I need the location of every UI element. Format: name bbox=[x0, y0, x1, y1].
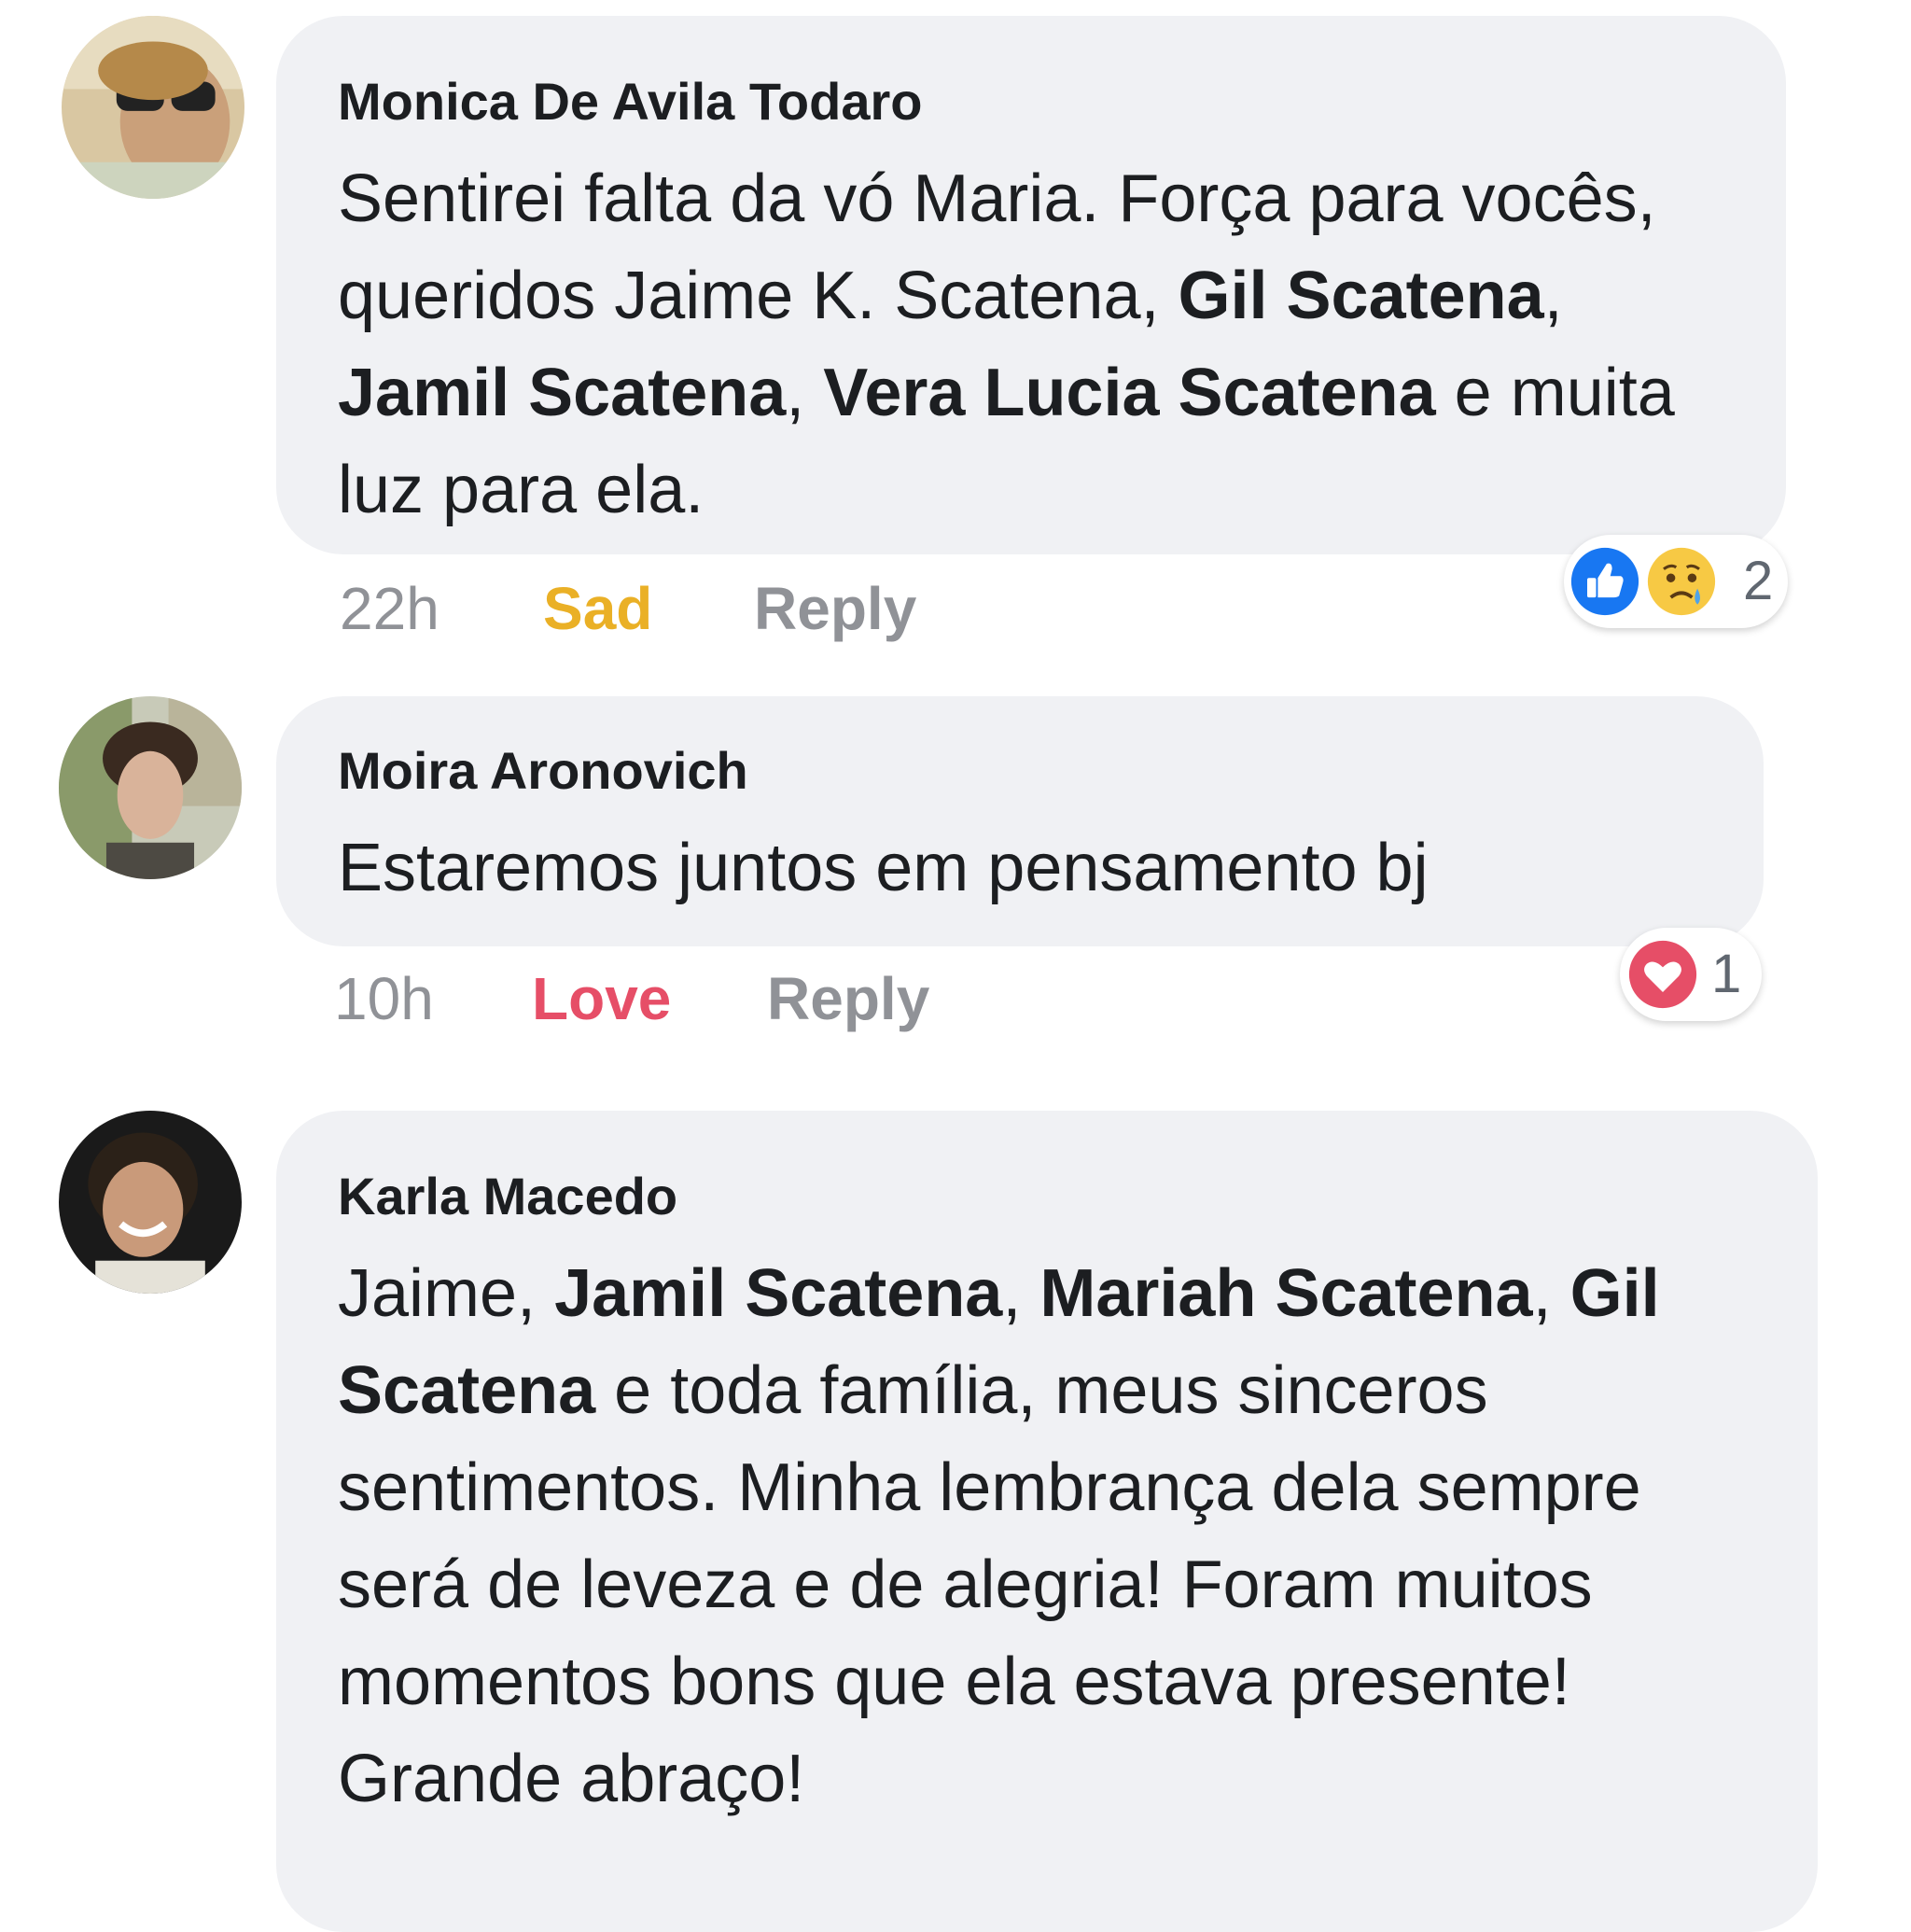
comment-bubble: Karla Macedo Jaime, Jamil Scatena, Maria… bbox=[276, 1111, 1818, 1932]
comment-text: Sentirei falta da vó Maria. Força para v… bbox=[338, 161, 1675, 527]
heart-icon bbox=[1627, 939, 1698, 1010]
reaction-count: 1 bbox=[1711, 944, 1742, 1004]
avatar[interactable] bbox=[62, 16, 244, 199]
like-icon bbox=[1569, 546, 1640, 617]
comment-text: Estaremos juntos em pensamento bj bbox=[338, 831, 1429, 905]
mention-link[interactable]: Mariah Scatena bbox=[1039, 1256, 1532, 1331]
mention-link[interactable]: Gil Scatena bbox=[1179, 259, 1544, 333]
comment-meta: 10h Love Reply bbox=[334, 961, 1081, 1036]
mention-link[interactable]: Vera Lucia Scatena bbox=[823, 356, 1435, 430]
reaction-count: 2 bbox=[1743, 551, 1774, 611]
avatar-photo bbox=[59, 1111, 242, 1294]
comment-bubble: Monica De Avila Todaro Sentirei falta da… bbox=[276, 16, 1786, 554]
reply-button[interactable]: Reply bbox=[767, 961, 929, 1036]
avatar[interactable] bbox=[59, 696, 242, 879]
comment-author[interactable]: Karla Macedo bbox=[338, 1148, 1756, 1245]
comment-author[interactable]: Monica De Avila Todaro bbox=[338, 53, 1724, 150]
comment-timestamp[interactable]: 22h bbox=[340, 571, 439, 646]
comment-meta: 22h Sad Reply bbox=[340, 571, 1086, 646]
comment-timestamp[interactable]: 10h bbox=[334, 961, 434, 1036]
avatar-photo bbox=[62, 16, 244, 199]
reaction-summary[interactable]: 1 bbox=[1620, 928, 1762, 1021]
comment-text: Jaime, Jamil Scatena, Mariah Scatena, Gi… bbox=[338, 1256, 1660, 1816]
avatar-photo bbox=[59, 696, 242, 879]
sad-reaction-button[interactable]: Sad bbox=[543, 571, 652, 646]
comment-bubble: Moira Aronovich Estaremos juntos em pens… bbox=[276, 696, 1764, 946]
avatar[interactable] bbox=[59, 1111, 242, 1294]
mention-link[interactable]: Jamil Scatena bbox=[554, 1256, 1002, 1331]
mention-link[interactable]: Jamil Scatena bbox=[338, 356, 786, 430]
sad-face-icon bbox=[1646, 546, 1717, 617]
love-reaction-button[interactable]: Love bbox=[532, 961, 671, 1036]
comment-author[interactable]: Moira Aronovich bbox=[338, 722, 1702, 819]
reply-button[interactable]: Reply bbox=[754, 571, 916, 646]
reaction-summary[interactable]: 2 bbox=[1564, 535, 1788, 628]
